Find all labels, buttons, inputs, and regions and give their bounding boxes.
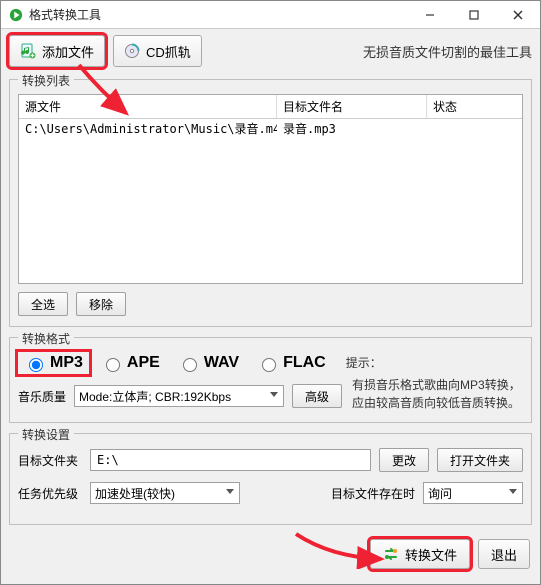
priority-label: 任务优先级 xyxy=(18,485,82,502)
table-row[interactable]: C:\Users\Administrator\Music\录音.m4a 录音.m… xyxy=(19,119,522,138)
exists-combo[interactable]: 询问 xyxy=(423,482,523,504)
quality-label: 音乐质量 xyxy=(18,388,66,405)
quality-value: Mode:立体声; CBR:192Kbps xyxy=(79,388,231,405)
table-header: 源文件 目标文件名 状态 xyxy=(19,95,522,119)
exists-label: 目标文件存在时 xyxy=(331,485,415,502)
conversion-list-table[interactable]: 源文件 目标文件名 状态 C:\Users\Administrator\Musi… xyxy=(18,94,523,284)
format-wav-radio[interactable]: WAV xyxy=(172,352,245,374)
radio-input[interactable] xyxy=(106,358,120,372)
music-file-icon xyxy=(20,43,36,59)
target-folder-input[interactable] xyxy=(90,449,371,471)
cell-status xyxy=(427,119,522,138)
footer: 转换文件 退出 xyxy=(1,535,540,577)
minimize-button[interactable] xyxy=(408,1,452,28)
convert-icon xyxy=(383,546,399,562)
exists-value: 询问 xyxy=(428,485,452,502)
format-option-label: WAV xyxy=(204,354,239,372)
chevron-down-icon xyxy=(225,486,235,496)
exit-button[interactable]: 退出 xyxy=(478,539,530,569)
format-option-label: APE xyxy=(127,354,160,372)
conversion-list-group-label: 转换列表 xyxy=(18,72,74,89)
radio-input[interactable] xyxy=(29,358,43,372)
maximize-button[interactable] xyxy=(452,1,496,28)
chevron-down-icon xyxy=(269,389,279,399)
settings-group: 转换设置 目标文件夹 更改 打开文件夹 任务优先级 加速处理(较快) 目标文件存… xyxy=(9,433,532,525)
convert-label: 转换文件 xyxy=(405,545,457,564)
radio-input[interactable] xyxy=(183,358,197,372)
format-option-label: FLAC xyxy=(283,354,326,372)
tip-title: 提示： xyxy=(346,354,523,372)
settings-group-label: 转换设置 xyxy=(18,426,74,443)
cell-target: 录音.mp3 xyxy=(277,119,427,138)
app-icon xyxy=(9,8,23,22)
add-file-button[interactable]: 添加文件 xyxy=(9,35,105,67)
cd-rip-button[interactable]: CD抓轨 xyxy=(113,35,202,67)
titlebar: 格式转换工具 xyxy=(1,1,540,29)
target-folder-label: 目标文件夹 xyxy=(18,452,82,469)
cd-rip-label: CD抓轨 xyxy=(146,42,191,61)
format-mp3-radio[interactable]: MP3 xyxy=(18,352,89,374)
convert-button[interactable]: 转换文件 xyxy=(370,539,470,569)
cell-source: C:\Users\Administrator\Music\录音.m4a xyxy=(19,119,277,138)
format-ape-radio[interactable]: APE xyxy=(95,352,166,374)
remove-button[interactable]: 移除 xyxy=(76,292,126,316)
format-group-label: 转换格式 xyxy=(18,330,74,347)
toolbar-slogan: 无损音质文件切割的最佳工具 xyxy=(363,42,532,61)
toolbar: 添加文件 CD抓轨 无损音质文件切割的最佳工具 xyxy=(1,29,540,73)
format-option-label: MP3 xyxy=(50,354,83,372)
quality-combo[interactable]: Mode:立体声; CBR:192Kbps xyxy=(74,385,284,407)
chevron-down-icon xyxy=(508,486,518,496)
cd-icon xyxy=(124,43,140,59)
add-file-label: 添加文件 xyxy=(42,42,94,61)
select-all-button[interactable]: 全选 xyxy=(18,292,68,316)
col-status[interactable]: 状态 xyxy=(427,95,522,118)
col-source[interactable]: 源文件 xyxy=(19,95,277,118)
radio-input[interactable] xyxy=(262,358,276,372)
close-button[interactable] xyxy=(496,1,540,28)
conversion-list-group: 转换列表 源文件 目标文件名 状态 C:\Users\Administrator… xyxy=(9,79,532,327)
advanced-button[interactable]: 高级 xyxy=(292,384,342,408)
format-group: 转换格式 MP3 APE WAV FLAC 提示： xyxy=(9,337,532,423)
format-flac-radio[interactable]: FLAC xyxy=(251,352,332,374)
window-title: 格式转换工具 xyxy=(29,6,101,23)
priority-value: 加速处理(较快) xyxy=(95,485,175,502)
priority-combo[interactable]: 加速处理(较快) xyxy=(90,482,240,504)
exit-label: 退出 xyxy=(491,545,517,564)
change-folder-button[interactable]: 更改 xyxy=(379,448,429,472)
open-folder-button[interactable]: 打开文件夹 xyxy=(437,448,523,472)
col-target[interactable]: 目标文件名 xyxy=(277,95,427,118)
tip-body: 有损音乐格式歌曲向MP3转换，应由较高音质向较低音质转换。 xyxy=(352,376,523,412)
